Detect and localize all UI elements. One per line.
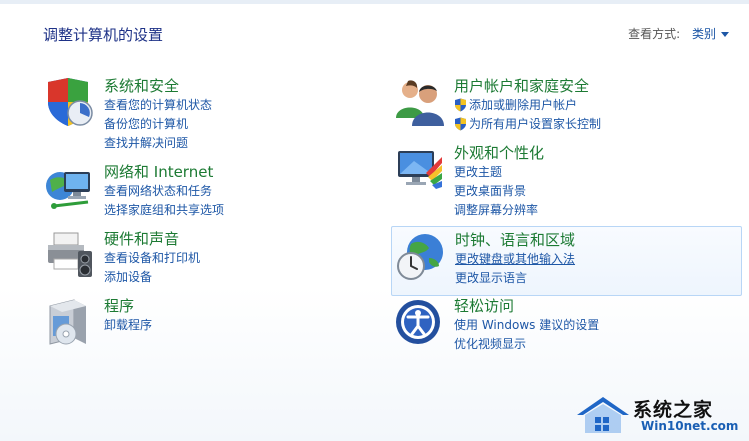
category-appearance: 外观和个性化 更改主题 更改桌面背景 调整屏幕分辨率: [394, 143, 734, 219]
category-texts: 用户帐户和家庭安全 添加或删除用户帐户 为所有用户设置家长控制: [454, 76, 601, 134]
uac-shield-icon: [455, 117, 466, 131]
view-by: 查看方式: 类别: [628, 25, 729, 42]
link-troubleshoot[interactable]: 查找并解决问题: [104, 134, 212, 153]
user-accounts-icon: [396, 80, 444, 126]
link-text: 为所有用户设置家长控制: [469, 117, 602, 131]
link-parental-controls[interactable]: 为所有用户设置家长控制: [454, 115, 601, 134]
category-title[interactable]: 时钟、语言和区域: [455, 230, 575, 250]
category-user-accounts: 用户帐户和家庭安全 添加或删除用户帐户 为所有用户设置家长控制: [394, 76, 734, 134]
category-texts: 程序 卸载程序: [104, 296, 152, 335]
appearance-icon: [398, 151, 442, 189]
category-system-security: 系统和安全 查看您的计算机状态 备份您的计算机 查找并解决问题: [44, 76, 344, 152]
view-by-dropdown[interactable]: 类别: [692, 27, 729, 41]
category-title[interactable]: 轻松访问: [454, 296, 599, 316]
watermark-site: Win10net.com: [641, 419, 739, 433]
category-ease-of-access: 轻松访问 使用 Windows 建议的设置 优化视频显示: [394, 296, 734, 354]
link-add-device[interactable]: 添加设备: [104, 268, 200, 287]
watermark-brand: 系统之家: [633, 399, 714, 421]
category-title[interactable]: 网络和 Internet: [104, 162, 224, 182]
category-texts: 外观和个性化 更改主题 更改桌面背景 调整屏幕分辨率: [454, 143, 544, 220]
category-texts: 网络和 Internet 查看网络状态和任务 选择家庭组和共享选项: [104, 162, 224, 220]
link-view-computer-status[interactable]: 查看您的计算机状态: [104, 96, 212, 115]
page-title: 调整计算机的设置: [43, 26, 164, 44]
category-hardware-sound: 硬件和声音 查看设备和打印机 添加设备: [44, 229, 344, 287]
category-texts: 硬件和声音 查看设备和打印机 添加设备: [104, 229, 200, 287]
link-recommended-settings[interactable]: 使用 Windows 建议的设置: [454, 316, 599, 335]
category-texts: 时钟、语言和区域 更改键盘或其他输入法 更改显示语言: [455, 230, 575, 288]
link-change-keyboard-input[interactable]: 更改键盘或其他输入法: [455, 250, 575, 269]
category-clock-language: 时钟、语言和区域 更改键盘或其他输入法 更改显示语言: [391, 226, 742, 296]
link-add-remove-user[interactable]: 添加或删除用户帐户: [454, 96, 601, 115]
link-text: 添加或删除用户帐户: [469, 98, 578, 112]
hardware-sound-icon: [48, 232, 92, 277]
uac-shield-icon: [455, 98, 466, 112]
link-display-language[interactable]: 更改显示语言: [455, 269, 575, 288]
link-change-theme[interactable]: 更改主题: [454, 163, 544, 182]
clock-language-icon: [397, 234, 443, 280]
link-uninstall-program[interactable]: 卸载程序: [104, 316, 152, 335]
programs-icon: [49, 299, 86, 345]
network-icon: [46, 172, 90, 209]
link-backup-computer[interactable]: 备份您的计算机: [104, 115, 212, 134]
view-by-value: 类别: [691, 27, 716, 41]
link-homegroup-sharing[interactable]: 选择家庭组和共享选项: [104, 201, 224, 220]
category-title[interactable]: 系统和安全: [104, 76, 212, 96]
category-title[interactable]: 外观和个性化: [454, 143, 544, 163]
link-optimize-video[interactable]: 优化视频显示: [454, 335, 599, 354]
category-network: 网络和 Internet 查看网络状态和任务 选择家庭组和共享选项: [44, 162, 344, 220]
house-logo-icon: [577, 397, 629, 433]
link-network-status[interactable]: 查看网络状态和任务: [104, 182, 224, 201]
category-texts: 系统和安全 查看您的计算机状态 备份您的计算机 查找并解决问题: [104, 76, 212, 153]
chevron-down-icon: [721, 32, 729, 37]
category-programs: 程序 卸载程序: [44, 296, 344, 348]
link-desktop-background[interactable]: 更改桌面背景: [454, 182, 544, 201]
top-edge: [0, 0, 749, 4]
view-by-label: 查看方式:: [628, 27, 681, 41]
watermark: 系统之家 Win10net.com: [573, 393, 743, 437]
category-title[interactable]: 程序: [104, 296, 152, 316]
system-security-icon: [48, 78, 93, 126]
link-devices-printers[interactable]: 查看设备和打印机: [104, 249, 200, 268]
category-title[interactable]: 用户帐户和家庭安全: [454, 76, 601, 96]
ease-of-access-icon: [396, 300, 440, 344]
category-title[interactable]: 硬件和声音: [104, 229, 200, 249]
link-screen-resolution[interactable]: 调整屏幕分辨率: [454, 201, 544, 220]
category-texts: 轻松访问 使用 Windows 建议的设置 优化视频显示: [454, 296, 599, 354]
